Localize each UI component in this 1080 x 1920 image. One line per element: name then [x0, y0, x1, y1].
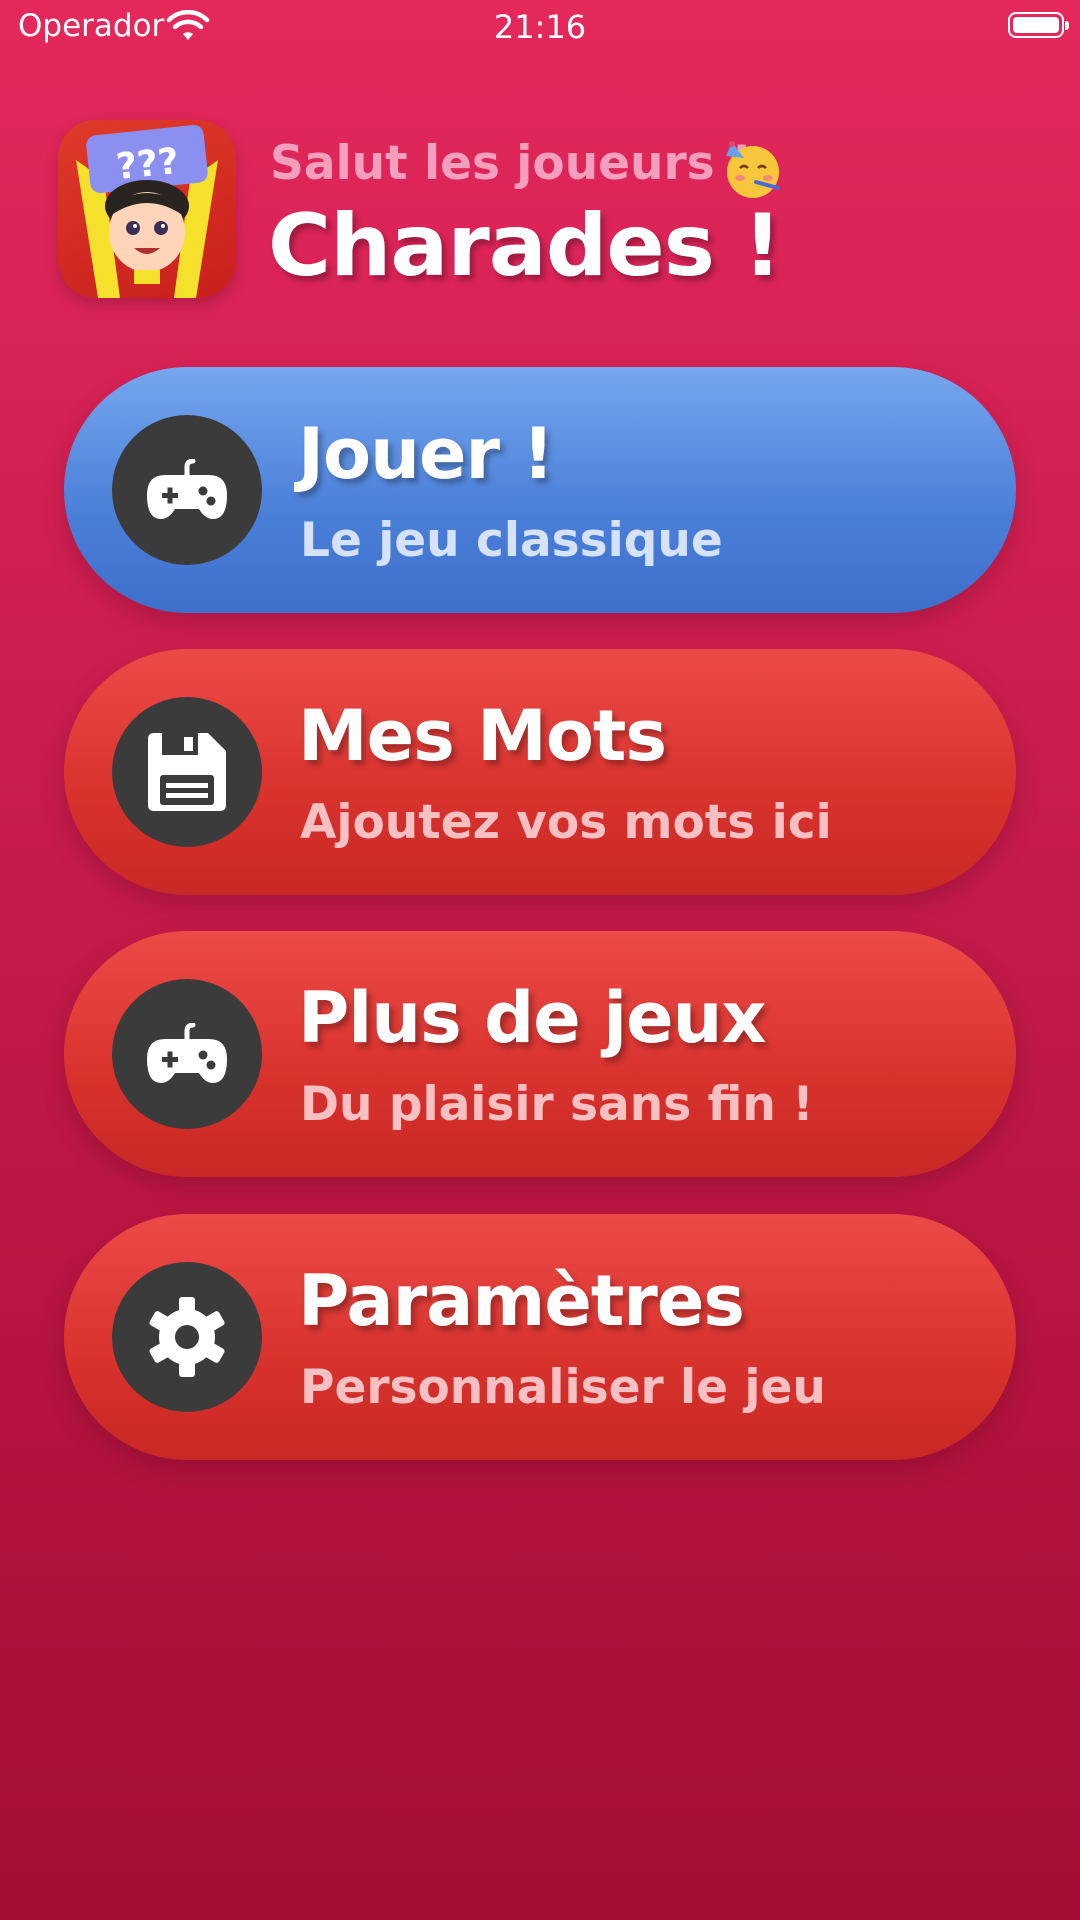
play-button[interactable]: Jouer ! Le jeu classique — [64, 367, 1016, 613]
partying-face-emoji — [726, 141, 780, 198]
gear-icon — [112, 1262, 262, 1412]
gamepad-icon — [112, 415, 262, 565]
clock: 21:16 — [493, 8, 587, 46]
my-words-button-title: Mes Mots — [298, 695, 667, 777]
my-words-button-subtitle: Ajoutez vos mots ici — [300, 795, 832, 850]
save-icon — [112, 697, 262, 847]
more-games-button[interactable]: Plus de jeux Du plaisir sans fin ! — [64, 931, 1016, 1177]
more-games-button-title: Plus de jeux — [298, 977, 767, 1059]
page-title: Charades ! — [268, 196, 782, 296]
status-bar: Operador 21:16 — [0, 0, 1080, 56]
battery-icon — [1008, 12, 1069, 38]
play-button-subtitle: Le jeu classique — [300, 513, 723, 568]
settings-button-subtitle: Personnaliser le jeu — [300, 1360, 826, 1415]
gamepad-icon — [112, 979, 262, 1129]
my-words-button[interactable]: Mes Mots Ajoutez vos mots ici — [64, 649, 1016, 895]
settings-button[interactable]: Paramètres Personnaliser le jeu — [64, 1214, 1016, 1460]
more-games-button-subtitle: Du plaisir sans fin ! — [300, 1077, 814, 1132]
greeting-text: Salut les joueurs ! — [270, 136, 753, 191]
play-button-title: Jouer ! — [298, 413, 554, 495]
charades-app-icon: ??? — [58, 120, 236, 298]
settings-button-title: Paramètres — [298, 1260, 745, 1342]
